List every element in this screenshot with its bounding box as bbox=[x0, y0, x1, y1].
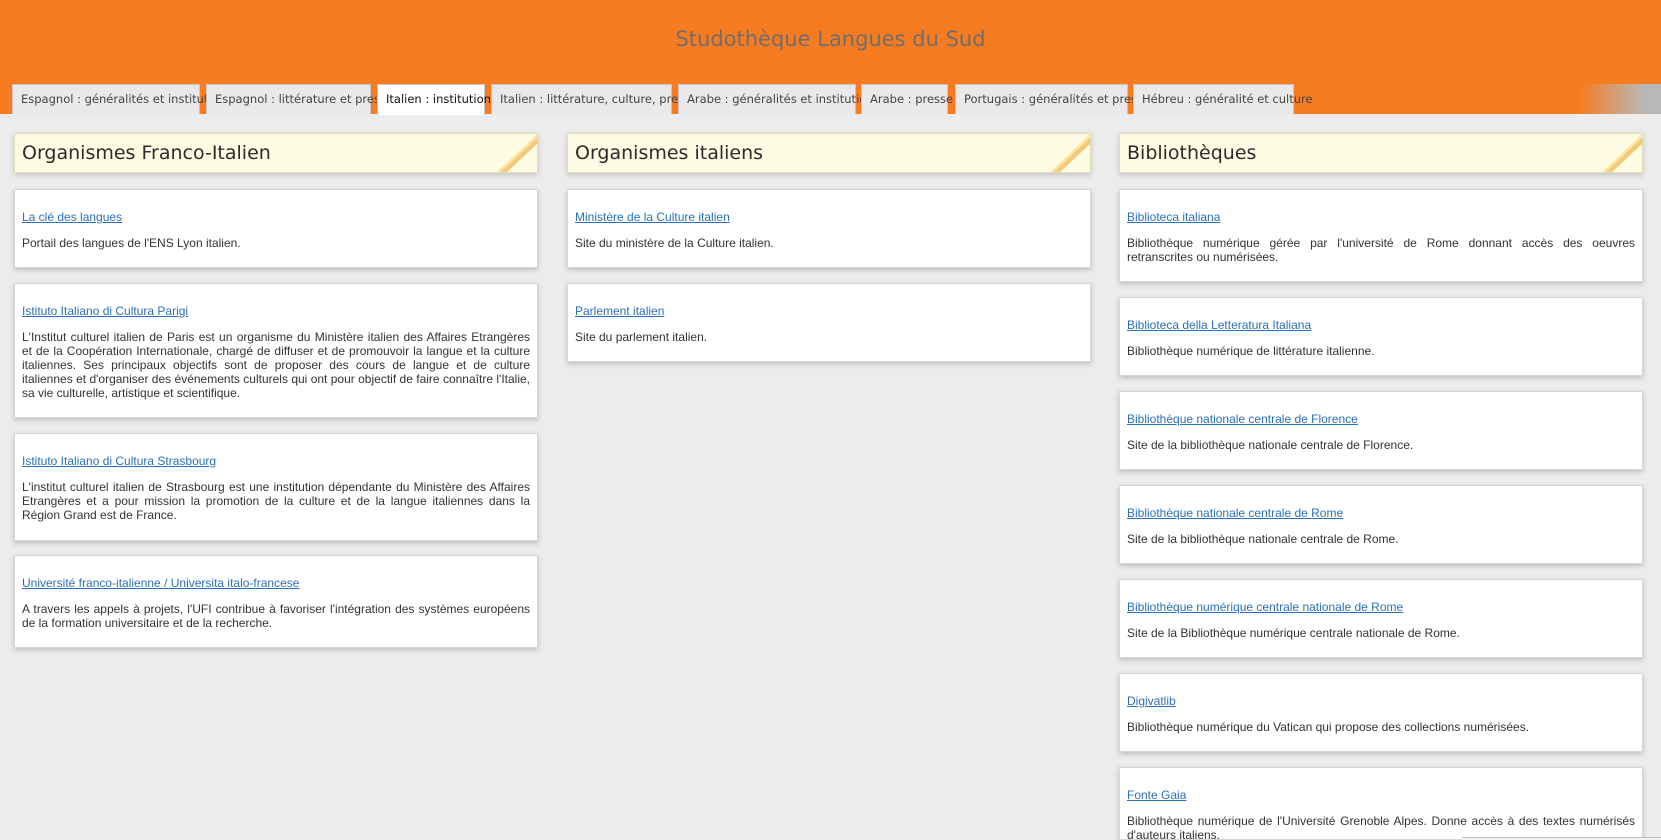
list-item: Biblioteca italiana Bibliothèque numériq… bbox=[1119, 189, 1643, 282]
link-cle-des-langues[interactable]: La clé des langues bbox=[22, 210, 530, 224]
list-item: Ministère de la Culture italien Site du … bbox=[567, 189, 1091, 268]
card-description: L'institut culturel italien de Strasbour… bbox=[22, 480, 530, 522]
link-fonte-gaia[interactable]: Fonte Gaia bbox=[1127, 788, 1635, 802]
tab-espagnol-generalites[interactable]: Espagnol : généralités et institution bbox=[12, 84, 226, 114]
tab-bar: Espagnol : généralités et institution Es… bbox=[0, 84, 1661, 115]
link-ministere-culture[interactable]: Ministère de la Culture italien bbox=[575, 210, 1083, 224]
link-istituto-parigi[interactable]: Istituto Italiano di Cultura Parigi bbox=[22, 304, 530, 318]
list-item: Bibliothèque nationale centrale de Flore… bbox=[1119, 391, 1643, 470]
page-curl-icon bbox=[497, 134, 537, 172]
column-heading: Bibliothèques bbox=[1119, 133, 1643, 173]
card-description: Portail des langues de l'ENS Lyon italie… bbox=[22, 236, 241, 250]
column-title: Organismes Franco-Italien bbox=[22, 142, 271, 164]
list-item: Bibliothèque nationale centrale de Rome … bbox=[1119, 485, 1643, 564]
list-item: Istituto Italiano di Cultura Parigi L'In… bbox=[14, 283, 538, 418]
tab-italien-litterature[interactable]: Italien : littérature, culture, presse bbox=[491, 84, 697, 114]
column-organismes-italiens: Organismes italiens Ministère de la Cult… bbox=[567, 133, 1091, 362]
link-bn-florence[interactable]: Bibliothèque nationale centrale de Flore… bbox=[1127, 412, 1635, 426]
card-description: Site de la bibliothèque nationale centra… bbox=[1127, 532, 1399, 546]
card-description: Bibliothèque numérique du Vatican qui pr… bbox=[1127, 720, 1530, 734]
column-title: Bibliothèques bbox=[1127, 142, 1257, 164]
list-item: Istituto Italiano di Cultura Strasbourg … bbox=[14, 433, 538, 541]
list-item: Biblioteca della Letteratura Italiana Bi… bbox=[1119, 297, 1643, 376]
column-bibliotheques: Bibliothèques Biblioteca italiana Biblio… bbox=[1119, 133, 1643, 840]
list-item: Université franco-italienne / Universita… bbox=[14, 555, 538, 648]
link-biblioteca-letteratura[interactable]: Biblioteca della Letteratura Italiana bbox=[1127, 318, 1635, 332]
card-description: Site de la bibliothèque nationale centra… bbox=[1127, 438, 1414, 452]
card-description: Bibliothèque numérique gérée par l'unive… bbox=[1127, 236, 1635, 264]
column-title: Organismes italiens bbox=[575, 142, 764, 164]
tab-italien-institutions[interactable]: Italien : institutions bbox=[377, 84, 497, 115]
link-bn-numerique-rome[interactable]: Bibliothèque numérique centrale national… bbox=[1127, 600, 1635, 614]
link-bn-rome[interactable]: Bibliothèque nationale centrale de Rome bbox=[1127, 506, 1635, 520]
link-biblioteca-italiana[interactable]: Biblioteca italiana bbox=[1127, 210, 1635, 224]
card-description: Site du parlement italien. bbox=[575, 330, 708, 344]
link-universite-franco-italienne[interactable]: Université franco-italienne / Universita… bbox=[22, 576, 530, 590]
column-heading: Organismes Franco-Italien bbox=[14, 133, 538, 173]
card-description: L'Institut culturel italien de Paris est… bbox=[22, 330, 530, 400]
column-organismes-franco-italien: Organismes Franco-Italien La clé des lan… bbox=[14, 133, 538, 648]
tab-arabe-generalites[interactable]: Arabe : généralités et institutions bbox=[678, 84, 880, 114]
card-description: A travers les appels à projets, l'UFI co… bbox=[22, 602, 530, 630]
page-curl-icon bbox=[1050, 134, 1090, 172]
site-header: Studothèque Langues du Sud bbox=[0, 0, 1661, 84]
page-curl-icon bbox=[1602, 134, 1642, 172]
tab-hebreu[interactable]: Hébreu : généralité et culture bbox=[1133, 84, 1313, 114]
tab-arabe-presse[interactable]: Arabe : presse bbox=[861, 84, 953, 114]
link-parlement-italien[interactable]: Parlement italien bbox=[575, 304, 1083, 318]
list-item: Bibliothèque numérique centrale national… bbox=[1119, 579, 1643, 658]
tab-portugais[interactable]: Portugais : généralités et presse bbox=[955, 84, 1150, 114]
card-description: Site de la Bibliothèque numérique centra… bbox=[1127, 626, 1460, 640]
site-title: Studothèque Langues du Sud bbox=[675, 27, 986, 51]
card-description: Site du ministère de la Culture italien. bbox=[575, 236, 774, 250]
card-description: Bibliothèque numérique de littérature it… bbox=[1127, 344, 1375, 358]
link-istituto-strasbourg[interactable]: Istituto Italiano di Cultura Strasbourg bbox=[22, 454, 530, 468]
list-item: Digivatlib Bibliothèque numérique du Vat… bbox=[1119, 673, 1643, 752]
link-digivatlib[interactable]: Digivatlib bbox=[1127, 694, 1635, 708]
column-heading: Organismes italiens bbox=[567, 133, 1091, 173]
list-item: Parlement italien Site du parlement ital… bbox=[567, 283, 1091, 362]
list-item: Fonte Gaia Bibliothèque numérique de l'U… bbox=[1119, 767, 1643, 840]
list-item: La clé des langues Portail des langues d… bbox=[14, 189, 538, 268]
tab-espagnol-litterature[interactable]: Espagnol : littérature et presse bbox=[206, 84, 393, 114]
